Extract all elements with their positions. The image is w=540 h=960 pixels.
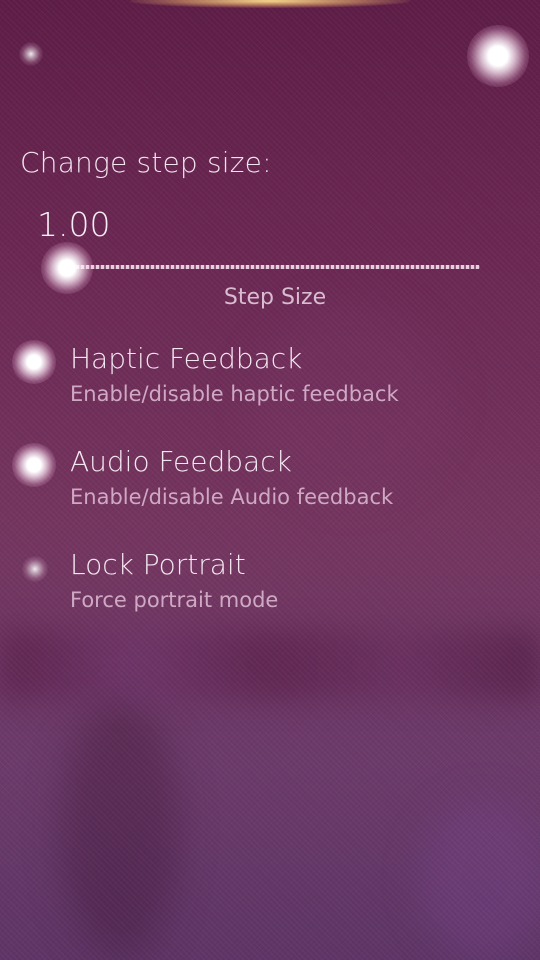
step-size-heading: Change step size: bbox=[20, 146, 272, 179]
switch-indicator-on[interactable] bbox=[12, 443, 56, 487]
switch-indicator-off[interactable] bbox=[22, 556, 48, 582]
background-blob bbox=[420, 800, 540, 960]
switch-description: Enable/disable haptic feedback bbox=[70, 382, 399, 406]
back-navigation-indicator[interactable] bbox=[19, 42, 43, 66]
switch-title: Haptic Feedback bbox=[70, 342, 303, 375]
audio-feedback-switch[interactable]: Audio Feedback Enable/disable Audio feed… bbox=[0, 443, 540, 525]
background-blob bbox=[60, 700, 180, 960]
switch-title: Audio Feedback bbox=[70, 445, 292, 478]
page-indicator-glow bbox=[467, 25, 529, 87]
step-size-value: 1.00 bbox=[37, 205, 111, 244]
switch-title: Lock Portrait bbox=[70, 548, 246, 581]
step-size-slider-label: Step Size bbox=[223, 285, 327, 310]
haptic-feedback-switch[interactable]: Haptic Feedback Enable/disable haptic fe… bbox=[0, 340, 540, 422]
background-band bbox=[0, 630, 540, 700]
switch-description: Enable/disable Audio feedback bbox=[70, 485, 394, 509]
switch-description: Force portrait mode bbox=[70, 588, 279, 612]
lock-portrait-switch[interactable]: Lock Portrait Force portrait mode bbox=[0, 548, 540, 628]
switch-indicator-on[interactable] bbox=[12, 340, 56, 384]
pulley-menu-indicator[interactable] bbox=[130, 0, 410, 8]
step-size-slider-track[interactable] bbox=[66, 265, 480, 269]
